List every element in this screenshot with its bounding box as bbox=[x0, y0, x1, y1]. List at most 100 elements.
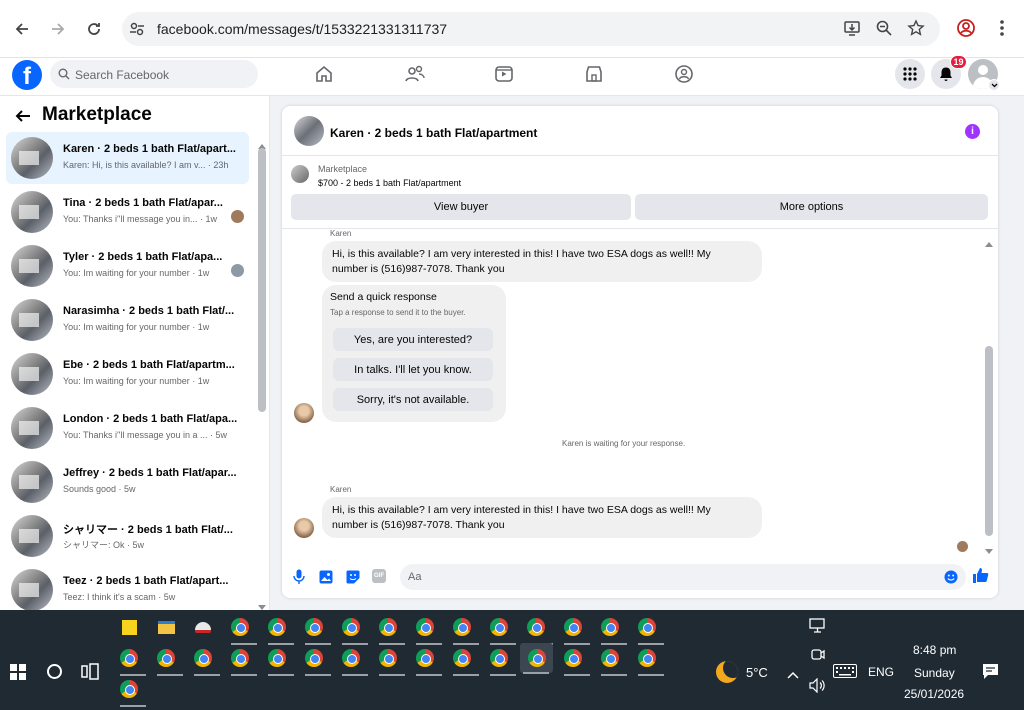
app-icon[interactable] bbox=[190, 614, 216, 640]
windows-start-icon[interactable] bbox=[10, 664, 26, 685]
chrome-icon[interactable] bbox=[560, 614, 590, 645]
sticker-icon[interactable] bbox=[345, 569, 360, 584]
facebook-logo-icon[interactable]: f bbox=[12, 60, 42, 90]
quick-reply-not-available-button[interactable]: Sorry, it's not available. bbox=[333, 388, 493, 411]
chat-scroll-up-icon[interactable] bbox=[985, 234, 993, 252]
chat-listing-avatar[interactable] bbox=[294, 116, 324, 146]
chrome-icon[interactable] bbox=[449, 614, 479, 645]
listing-price-title[interactable]: $700 - 2 beds 1 bath Flat/apartment bbox=[318, 178, 461, 188]
chrome-icon[interactable] bbox=[338, 645, 368, 676]
info-icon[interactable]: i bbox=[965, 124, 980, 139]
conversation-item-narasimha[interactable]: Narasimha · 2 beds 1 bath Flat/... You: … bbox=[6, 294, 249, 346]
notification-center-icon[interactable] bbox=[982, 663, 999, 685]
chrome-icon[interactable] bbox=[375, 645, 405, 676]
conversation-item-tina[interactable]: Tina · 2 beds 1 bath Flat/apar... You: T… bbox=[6, 186, 249, 238]
chrome-icon[interactable] bbox=[227, 645, 257, 676]
message-bubble[interactable]: Hi, is this available? I am very interes… bbox=[322, 497, 762, 538]
network-icon[interactable] bbox=[809, 618, 826, 639]
weather-temp[interactable]: 5°C bbox=[746, 665, 768, 680]
tray-chevron-up-icon[interactable] bbox=[787, 666, 799, 684]
back-button[interactable] bbox=[8, 15, 36, 43]
thumbs-up-icon[interactable] bbox=[972, 567, 989, 584]
video-icon[interactable] bbox=[494, 64, 516, 84]
menu-kebab-icon[interactable] bbox=[991, 17, 1013, 39]
moon-weather-icon[interactable] bbox=[716, 661, 738, 683]
account-chevron-down-icon[interactable] bbox=[988, 79, 1000, 91]
meet-now-icon[interactable] bbox=[810, 647, 825, 667]
bookmark-star-icon[interactable] bbox=[905, 17, 927, 39]
chrome-icon[interactable] bbox=[227, 614, 257, 645]
view-buyer-button[interactable]: View buyer bbox=[291, 194, 631, 220]
chrome-icon[interactable] bbox=[523, 614, 553, 645]
sender-avatar[interactable] bbox=[294, 518, 314, 538]
chrome-icon[interactable] bbox=[449, 645, 479, 676]
listing-thumbnail[interactable] bbox=[291, 165, 309, 183]
chrome-icon[interactable] bbox=[116, 676, 146, 707]
install-app-icon[interactable] bbox=[841, 17, 863, 39]
chat-scroll-down-icon[interactable] bbox=[985, 542, 993, 560]
clock-time[interactable]: 8:48 pm bbox=[913, 643, 956, 657]
photo-icon[interactable] bbox=[318, 569, 333, 584]
chrome-icon[interactable] bbox=[486, 614, 516, 645]
message-input[interactable] bbox=[400, 564, 966, 590]
marketplace-icon[interactable] bbox=[584, 64, 606, 84]
chrome-icon[interactable] bbox=[338, 614, 368, 645]
chrome-icon[interactable] bbox=[634, 614, 664, 645]
chat-scrollbar[interactable] bbox=[985, 346, 993, 536]
clock-day[interactable]: Sunday bbox=[914, 666, 955, 680]
site-settings-icon[interactable] bbox=[128, 20, 146, 43]
zoom-icon[interactable] bbox=[873, 17, 895, 39]
chrome-icon[interactable] bbox=[634, 645, 664, 676]
friends-icon[interactable] bbox=[404, 64, 426, 84]
chrome-icon[interactable] bbox=[560, 645, 590, 676]
gif-icon[interactable]: GIF bbox=[372, 569, 386, 583]
input-language[interactable]: ENG bbox=[868, 665, 894, 679]
chrome-icon[interactable] bbox=[116, 645, 146, 676]
home-icon[interactable] bbox=[314, 64, 336, 84]
quick-reply-yes-button[interactable]: Yes, are you interested? bbox=[333, 328, 493, 351]
conversation-item-tyler[interactable]: Tyler · 2 beds 1 bath Flat/apa... You: I… bbox=[6, 240, 249, 292]
message-bubble[interactable]: Hi, is this available? I am very interes… bbox=[322, 241, 762, 282]
conversation-item-london[interactable]: London · 2 beds 1 bath Flat/apa... You: … bbox=[6, 402, 249, 454]
chat-title[interactable]: Karen · 2 beds 1 bath Flat/apartment bbox=[330, 126, 537, 140]
volume-icon[interactable] bbox=[809, 677, 826, 698]
chrome-icon[interactable] bbox=[375, 614, 405, 645]
groups-icon[interactable] bbox=[674, 64, 696, 84]
chrome-icon[interactable] bbox=[301, 645, 331, 676]
back-arrow-icon[interactable] bbox=[14, 107, 32, 130]
file-explorer-icon[interactable] bbox=[153, 614, 179, 640]
chrome-icon[interactable] bbox=[153, 645, 183, 676]
chrome-icon[interactable] bbox=[190, 645, 220, 676]
quick-reply-in-talks-button[interactable]: In talks. I'll let you know. bbox=[333, 358, 493, 381]
microphone-icon[interactable] bbox=[291, 569, 306, 584]
chrome-icon[interactable] bbox=[597, 645, 627, 676]
search-circle-icon[interactable] bbox=[47, 664, 62, 679]
url-text[interactable]: facebook.com/messages/t/1533221331311737 bbox=[157, 21, 447, 37]
chrome-icon[interactable] bbox=[597, 614, 627, 645]
conversation-item-karen[interactable]: Karen · 2 beds 1 bath Flat/apart... Kare… bbox=[6, 132, 249, 184]
conversation-item-jeffrey[interactable]: Jeffrey · 2 beds 1 bath Flat/apar... Sou… bbox=[6, 456, 249, 508]
conversation-item-sharima[interactable]: シャリマー · 2 beds 1 bath Flat/... シャリマー: Ok… bbox=[6, 510, 249, 562]
profile-icon[interactable] bbox=[955, 17, 977, 39]
forward-button[interactable] bbox=[44, 15, 72, 43]
chrome-icon-active[interactable] bbox=[520, 643, 553, 674]
conversation-item-teez[interactable]: Teez · 2 beds 1 bath Flat/apart... Teez:… bbox=[6, 564, 249, 610]
chrome-icon[interactable] bbox=[486, 645, 516, 676]
emoji-icon[interactable] bbox=[943, 569, 958, 584]
more-options-button[interactable]: More options bbox=[635, 194, 988, 220]
sender-avatar[interactable] bbox=[294, 403, 314, 423]
chrome-icon[interactable] bbox=[301, 614, 331, 645]
chrome-icon[interactable] bbox=[264, 614, 294, 645]
reload-button[interactable] bbox=[80, 15, 108, 43]
message-line: Hi, is this available? I am very interes… bbox=[332, 248, 711, 260]
sidebar-scrollbar[interactable] bbox=[258, 148, 266, 412]
chrome-icon[interactable] bbox=[412, 645, 442, 676]
chrome-icon[interactable] bbox=[412, 614, 442, 645]
menu-grid-icon[interactable] bbox=[895, 59, 925, 89]
keyboard-icon[interactable] bbox=[833, 664, 857, 683]
chrome-icon[interactable] bbox=[264, 645, 294, 676]
task-view-icon[interactable] bbox=[81, 663, 99, 685]
sticky-notes-icon[interactable] bbox=[116, 614, 142, 640]
conversation-item-ebe[interactable]: Ebe · 2 beds 1 bath Flat/apartm... You: … bbox=[6, 348, 249, 400]
clock-date[interactable]: 25/01/2026 bbox=[904, 687, 964, 701]
